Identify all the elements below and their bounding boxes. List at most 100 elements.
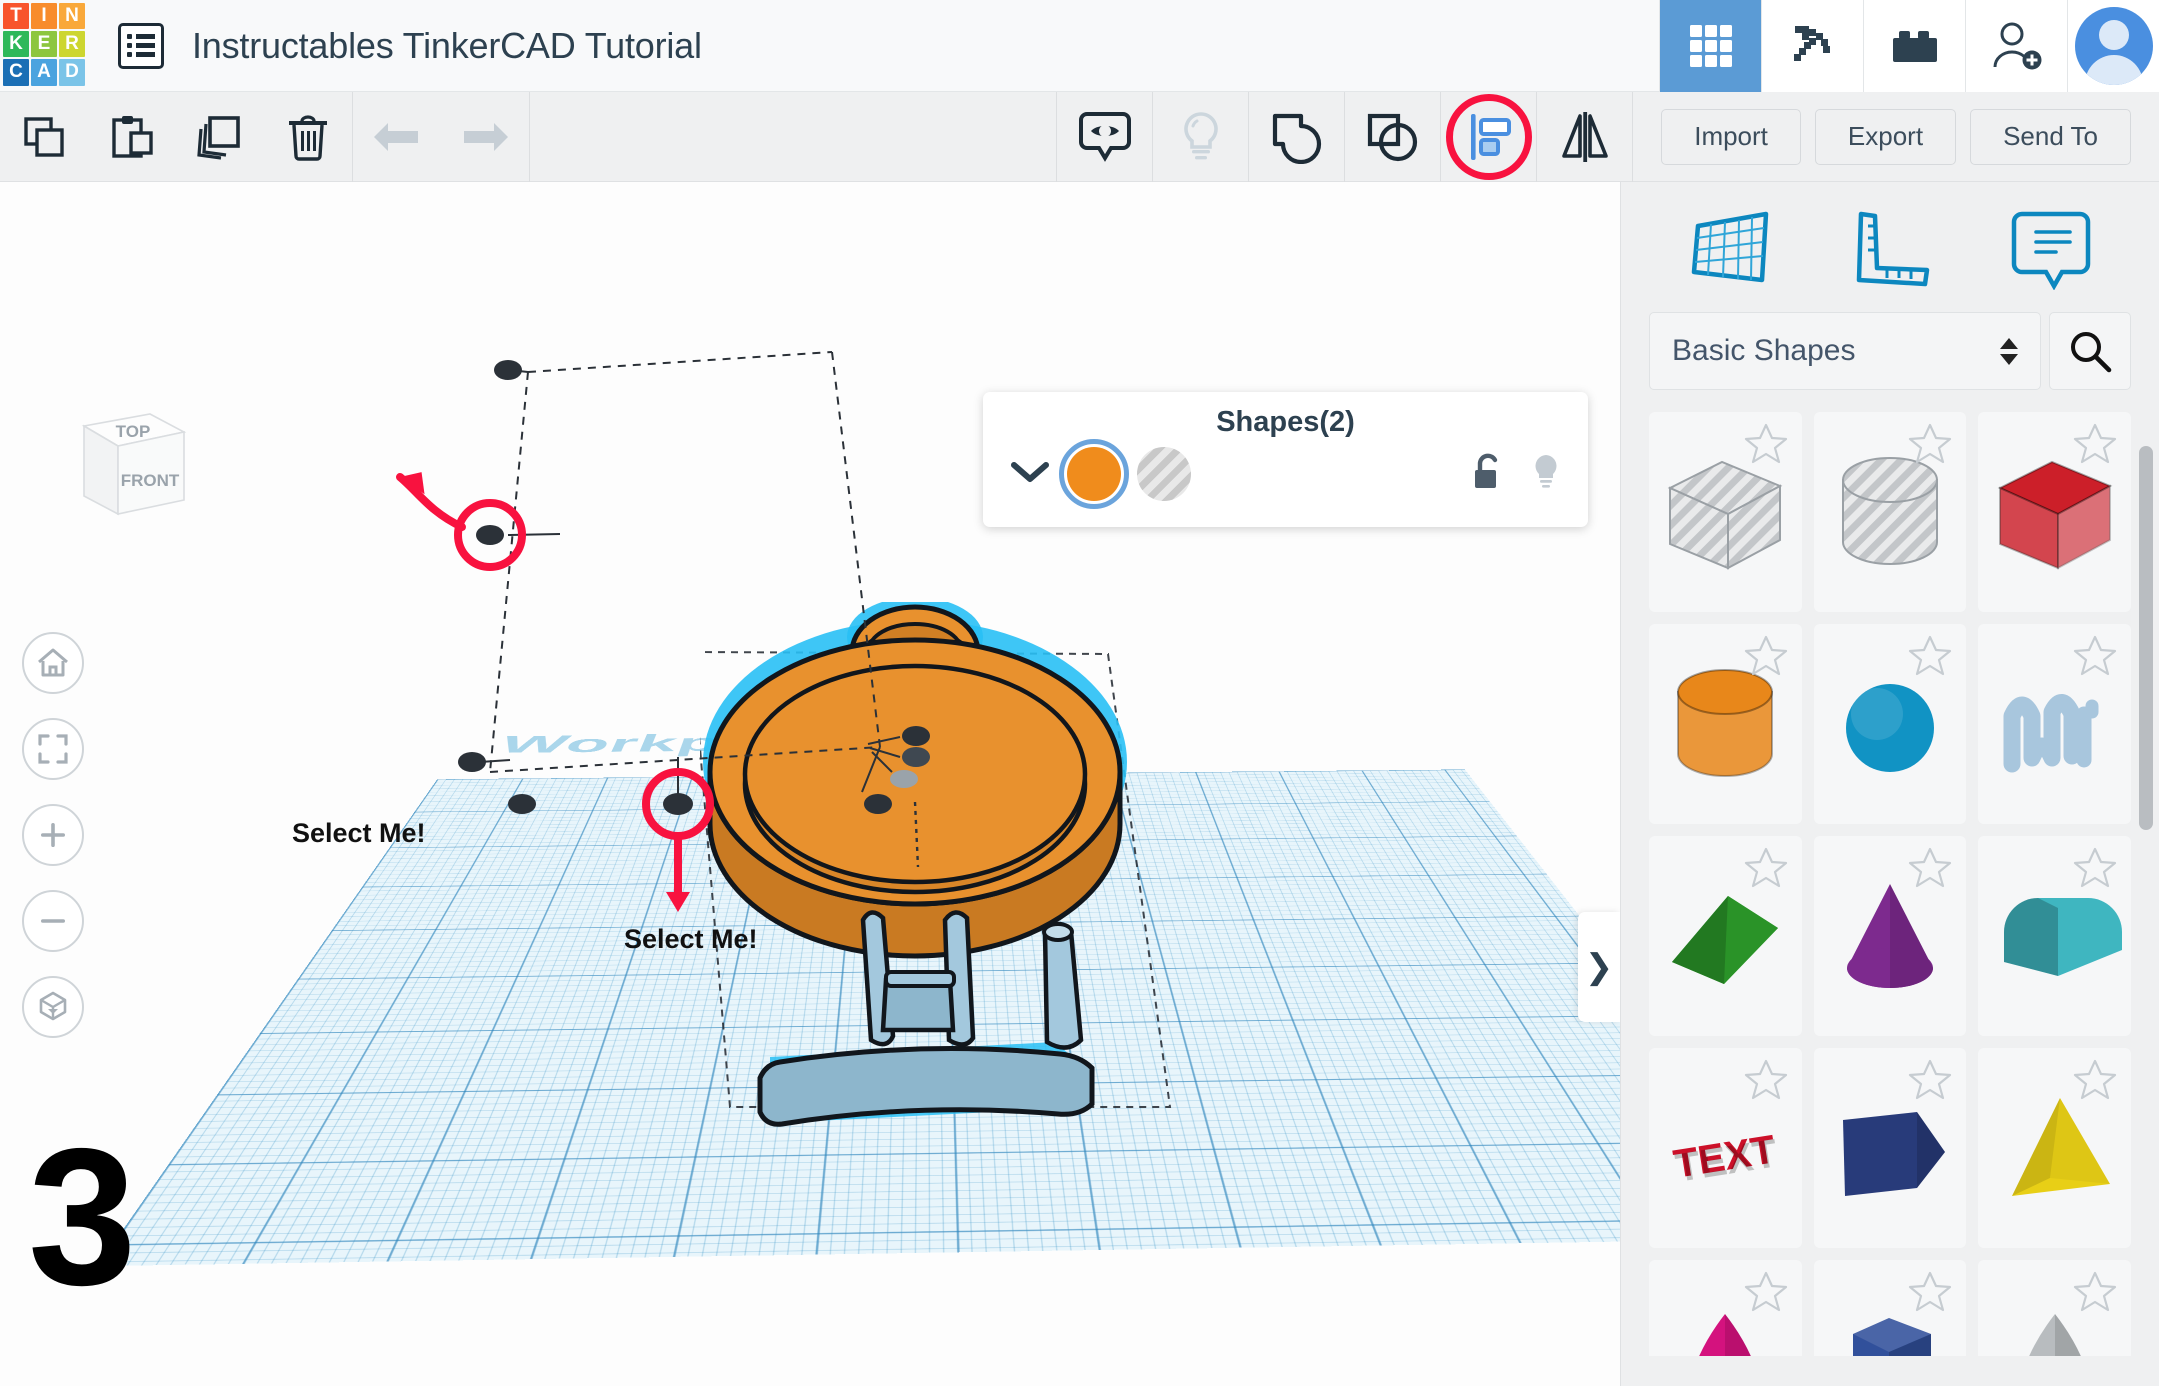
workplane-tool-icon[interactable] [1681,199,1777,295]
main-toolbar: Import Export Send To [0,92,2159,182]
send-to-button[interactable]: Send To [1970,109,2131,165]
shape-sphere[interactable] [1814,624,1967,824]
ruler-tool-icon[interactable] [1842,199,1938,295]
avatar[interactable] [2067,0,2159,92]
zoom-out-button[interactable] [22,890,84,952]
favorite-star-icon[interactable] [2073,1270,2117,1317]
annotation-select-me-left: Select Me! [292,818,426,849]
favorite-star-icon[interactable] [2073,1058,2117,1105]
selected-model-group[interactable] [700,602,1260,1302]
chevron-down-icon[interactable] [1009,459,1051,490]
favorite-star-icon[interactable] [2073,422,2117,469]
object-tool-group [1056,92,1632,182]
panel-toggle-button[interactable]: ❯ [1578,912,1620,1022]
shape-category-row: Basic Shapes [1621,312,2159,390]
shape-box-hole[interactable] [1649,412,1802,612]
favorite-star-icon[interactable] [1908,1058,1952,1105]
tinkercad-logo[interactable]: TINKERCAD [0,0,88,92]
header-icon-group [1659,0,2159,92]
svg-text:TOP: TOP [116,422,151,441]
home-view-button[interactable] [22,632,84,694]
logo-tile: K [3,31,29,57]
favorite-star-icon[interactable] [2073,634,2117,681]
ungroup-button[interactable] [1344,92,1440,182]
shapes-popup-title: Shapes(2) [983,392,1588,439]
shape-text[interactable]: TEXT TEXT [1649,1048,1802,1248]
shape-box[interactable] [1978,412,2131,612]
shape-category-value: Basic Shapes [1672,334,1855,368]
shape-polygon[interactable] [1814,1048,1967,1248]
shape-category-select[interactable]: Basic Shapes [1649,312,2041,390]
design-viewport[interactable]: Workplane 3 TOP FRONT [0,182,1620,1386]
mirror-button[interactable] [1536,92,1632,182]
shapes-side-panel: Basic Shapes [1620,182,2159,1386]
panel-tool-tabs [1621,182,2159,312]
logo-tile: N [59,3,85,29]
shape-cylinder-hole[interactable] [1814,412,1967,612]
copy-button[interactable] [0,92,88,182]
favorite-star-icon[interactable] [1744,1270,1788,1317]
logo-tile: R [59,31,85,57]
search-icon[interactable] [2049,312,2131,390]
file-action-group: Import Export Send To [1632,92,2159,182]
favorite-star-icon[interactable] [1908,1270,1952,1317]
logo-tile: E [31,31,57,57]
swatch-orange[interactable] [1067,447,1121,501]
redo-button[interactable] [441,92,529,182]
fit-view-button[interactable] [22,718,84,780]
viewport-nav-controls [22,632,84,1038]
logo-tile: A [31,59,57,85]
import-button[interactable]: Import [1661,109,1801,165]
delete-button[interactable] [264,92,352,182]
shape-cylinder[interactable] [1649,624,1802,824]
notes-tool-icon[interactable] [2003,199,2099,295]
lego-brick-icon[interactable] [1863,0,1965,92]
light-button[interactable] [1152,92,1248,182]
favorite-star-icon[interactable] [1744,846,1788,893]
panel-scrollbar[interactable] [2139,446,2153,830]
align-button[interactable] [1440,92,1536,182]
shape-scribble[interactable] [1978,624,2131,824]
view-cube[interactable]: TOP FRONT [50,404,190,532]
logo-tile: I [31,3,57,29]
spinner-icon [2000,338,2018,365]
perspective-toggle-button[interactable] [22,976,84,1038]
favorite-star-icon[interactable] [1908,846,1952,893]
grid-icon[interactable] [1659,0,1761,92]
show-hide-button[interactable] [1056,92,1152,182]
unlock-icon[interactable] [1470,452,1504,497]
favorite-star-icon[interactable] [1744,1058,1788,1105]
favorite-star-icon[interactable] [1744,422,1788,469]
shape-library-grid[interactable]: TEXT TEXT [1621,412,2159,1356]
page-title[interactable]: Instructables TinkerCAD Tutorial [192,25,702,67]
export-button[interactable]: Export [1815,109,1956,165]
add-person-icon[interactable] [1965,0,2067,92]
annotation-select-me-bottom: Select Me! [624,924,758,955]
pickaxe-icon[interactable] [1761,0,1863,92]
shape-roof[interactable] [1649,836,1802,1036]
group-button[interactable] [1248,92,1344,182]
favorite-star-icon[interactable] [2073,846,2117,893]
paste-button[interactable] [88,92,176,182]
step-number-overlay: 3 [28,1138,136,1298]
shape-half-cylinder[interactable] [1978,836,2131,1036]
shape-tube[interactable] [1978,1260,2131,1356]
edit-button-group [0,92,352,182]
shape-hexagon-prism[interactable] [1814,1260,1967,1356]
favorite-star-icon[interactable] [1908,422,1952,469]
shape-pyramid[interactable] [1978,1048,2131,1248]
logo-tile: D [59,59,85,85]
app-header: TINKERCAD Instructables TinkerCAD Tutori… [0,0,2159,92]
zoom-in-button[interactable] [22,804,84,866]
shape-paraboloid[interactable] [1649,1260,1802,1356]
shape-cone[interactable] [1814,836,1967,1036]
history-button-group [353,92,529,182]
swatch-hole[interactable] [1137,447,1191,501]
light-bulb-icon[interactable] [1530,452,1562,497]
duplicate-button[interactable] [176,92,264,182]
favorite-star-icon[interactable] [1908,634,1952,681]
shapes-popup-panel[interactable]: Shapes(2) [983,392,1588,527]
undo-button[interactable] [353,92,441,182]
favorite-star-icon[interactable] [1744,634,1788,681]
project-list-icon[interactable] [118,23,164,69]
